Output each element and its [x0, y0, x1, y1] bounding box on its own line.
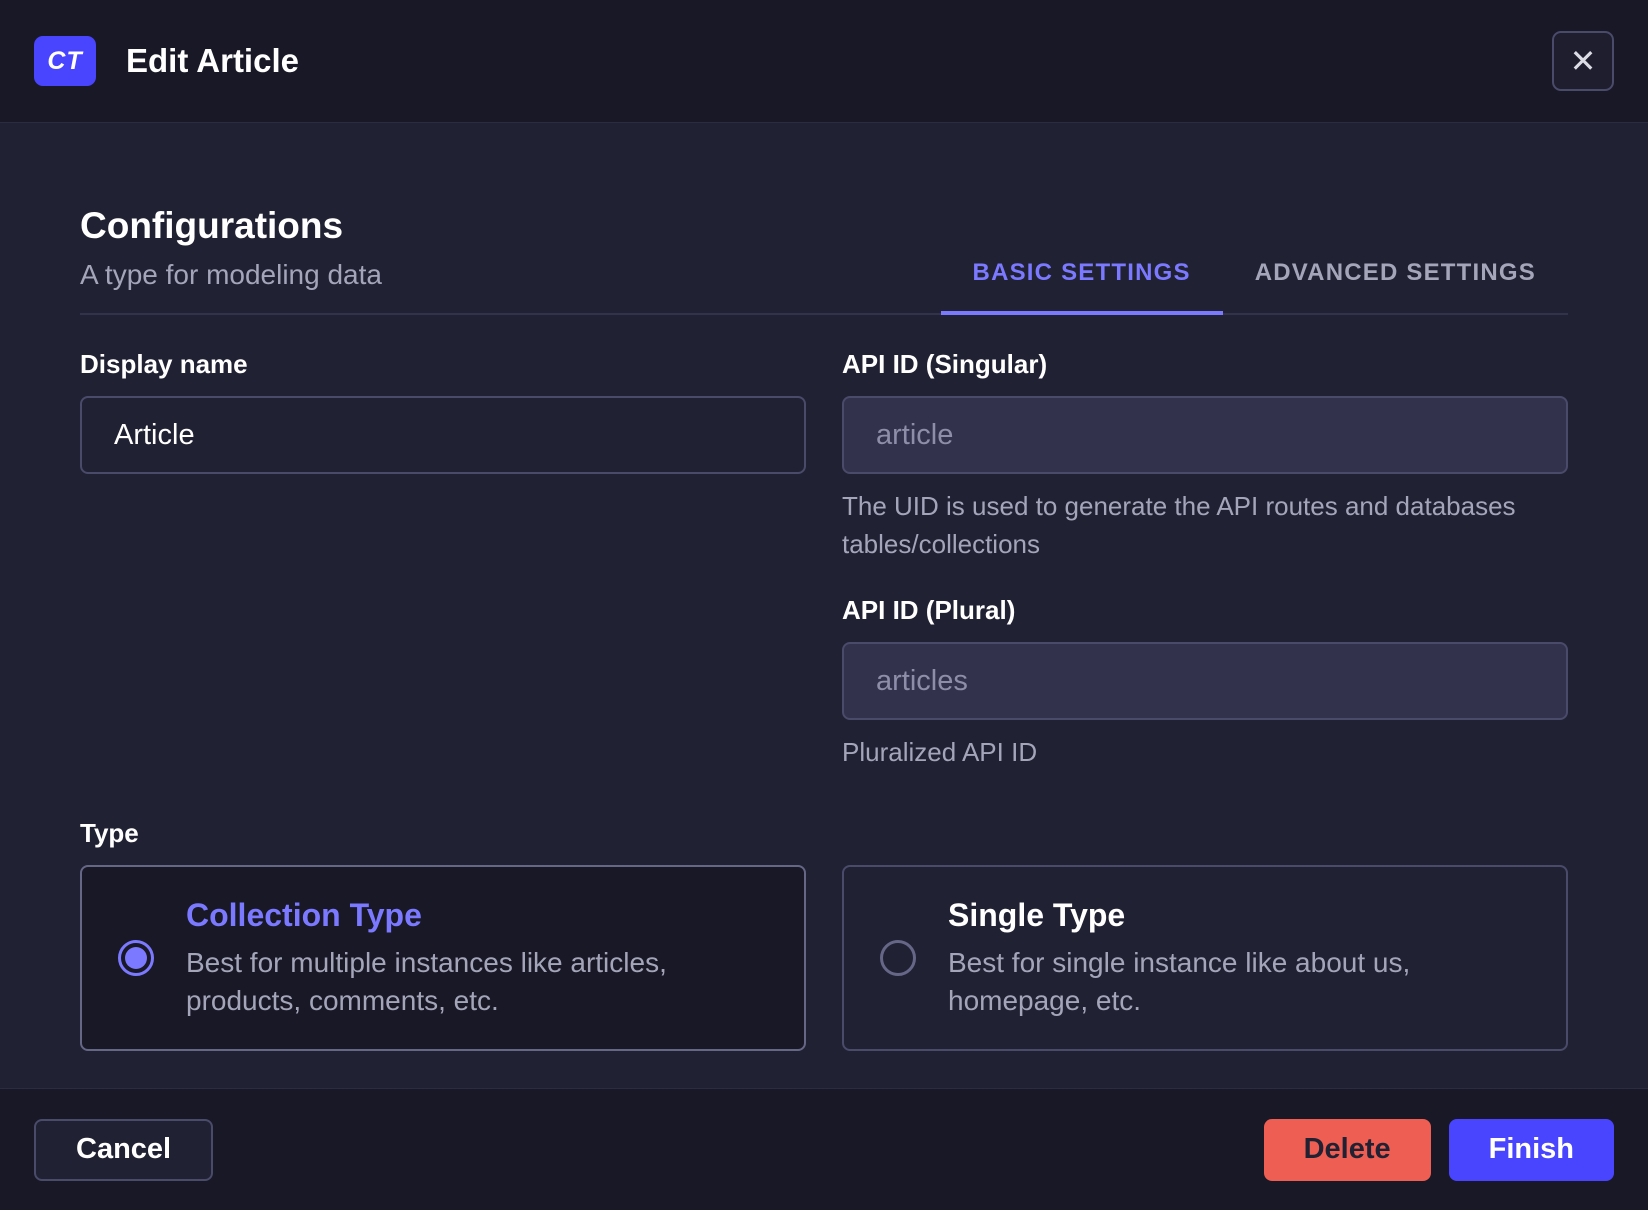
cancel-button[interactable]: Cancel — [34, 1118, 214, 1181]
collection-type-option[interactable]: Collection Type Best for multiple instan… — [80, 865, 806, 1052]
type-section: Type Collection Type Best for multiple i… — [80, 818, 1568, 1052]
display-name-input[interactable] — [80, 396, 806, 474]
configurations-titles: Configurations A type for modeling data — [80, 205, 382, 313]
form-grid: Display name API ID (Singular) The UID i… — [80, 349, 1568, 772]
close-icon: ✕ — [1569, 43, 1597, 79]
configurations-header: Configurations A type for modeling data … — [80, 205, 1568, 315]
display-name-field-group: Display name — [80, 349, 806, 474]
display-name-label: Display name — [80, 349, 248, 379]
page-subtitle: A type for modeling data — [80, 259, 382, 290]
tab-advanced-settings[interactable]: ADVANCED SETTINGS — [1223, 259, 1568, 315]
single-type-option[interactable]: Single Type Best for single instance lik… — [842, 865, 1568, 1052]
api-id-singular-field-group: API ID (Singular) The UID is used to gen… — [842, 349, 1568, 563]
form-column-left: Display name — [80, 349, 806, 772]
single-type-description: Best for single instance like about us, … — [948, 946, 1411, 1016]
single-type-radio-unselected-icon[interactable] — [880, 940, 916, 977]
collection-type-title: Collection Type — [186, 896, 422, 933]
type-cards: Collection Type Best for multiple instan… — [80, 865, 1568, 1052]
api-id-singular-label: API ID (Singular) — [842, 349, 1048, 379]
api-id-singular-hint: The UID is used to generate the API rout… — [842, 491, 1516, 559]
collection-type-text: Collection Type Best for multiple instan… — [186, 897, 768, 1020]
modal-header: CT Edit Article ✕ — [0, 0, 1648, 123]
modal-title: Edit Article — [126, 42, 299, 79]
collection-type-description: Best for multiple instances like article… — [186, 946, 667, 1016]
delete-button[interactable]: Delete — [1263, 1118, 1431, 1181]
edit-content-type-modal: CT Edit Article ✕ Configurations A type … — [0, 0, 1648, 1210]
single-type-title: Single Type — [948, 896, 1126, 933]
settings-tabs: BASIC SETTINGS ADVANCED SETTINGS — [940, 259, 1568, 315]
close-button[interactable]: ✕ — [1552, 31, 1614, 91]
single-type-text: Single Type Best for single instance lik… — [948, 897, 1530, 1020]
api-id-singular-input[interactable] — [842, 396, 1568, 474]
tab-basic-settings[interactable]: BASIC SETTINGS — [940, 259, 1223, 315]
api-id-plural-field-group: API ID (Plural) Pluralized API ID — [842, 595, 1568, 772]
radio-dot-icon — [125, 947, 147, 970]
collection-type-radio-selected-icon[interactable] — [118, 940, 154, 977]
modal-body: Configurations A type for modeling data … — [0, 123, 1648, 1088]
api-id-plural-hint: Pluralized API ID — [842, 737, 1038, 768]
modal-footer: Cancel Delete Finish — [0, 1088, 1648, 1210]
api-id-plural-input[interactable] — [842, 642, 1568, 721]
page-title: Configurations — [80, 205, 344, 246]
content-type-badge-icon: CT — [34, 36, 96, 86]
api-id-plural-label: API ID (Plural) — [842, 595, 1016, 626]
type-label: Type — [80, 818, 139, 849]
finish-button[interactable]: Finish — [1448, 1118, 1614, 1181]
form-column-right: API ID (Singular) The UID is used to gen… — [842, 349, 1568, 772]
